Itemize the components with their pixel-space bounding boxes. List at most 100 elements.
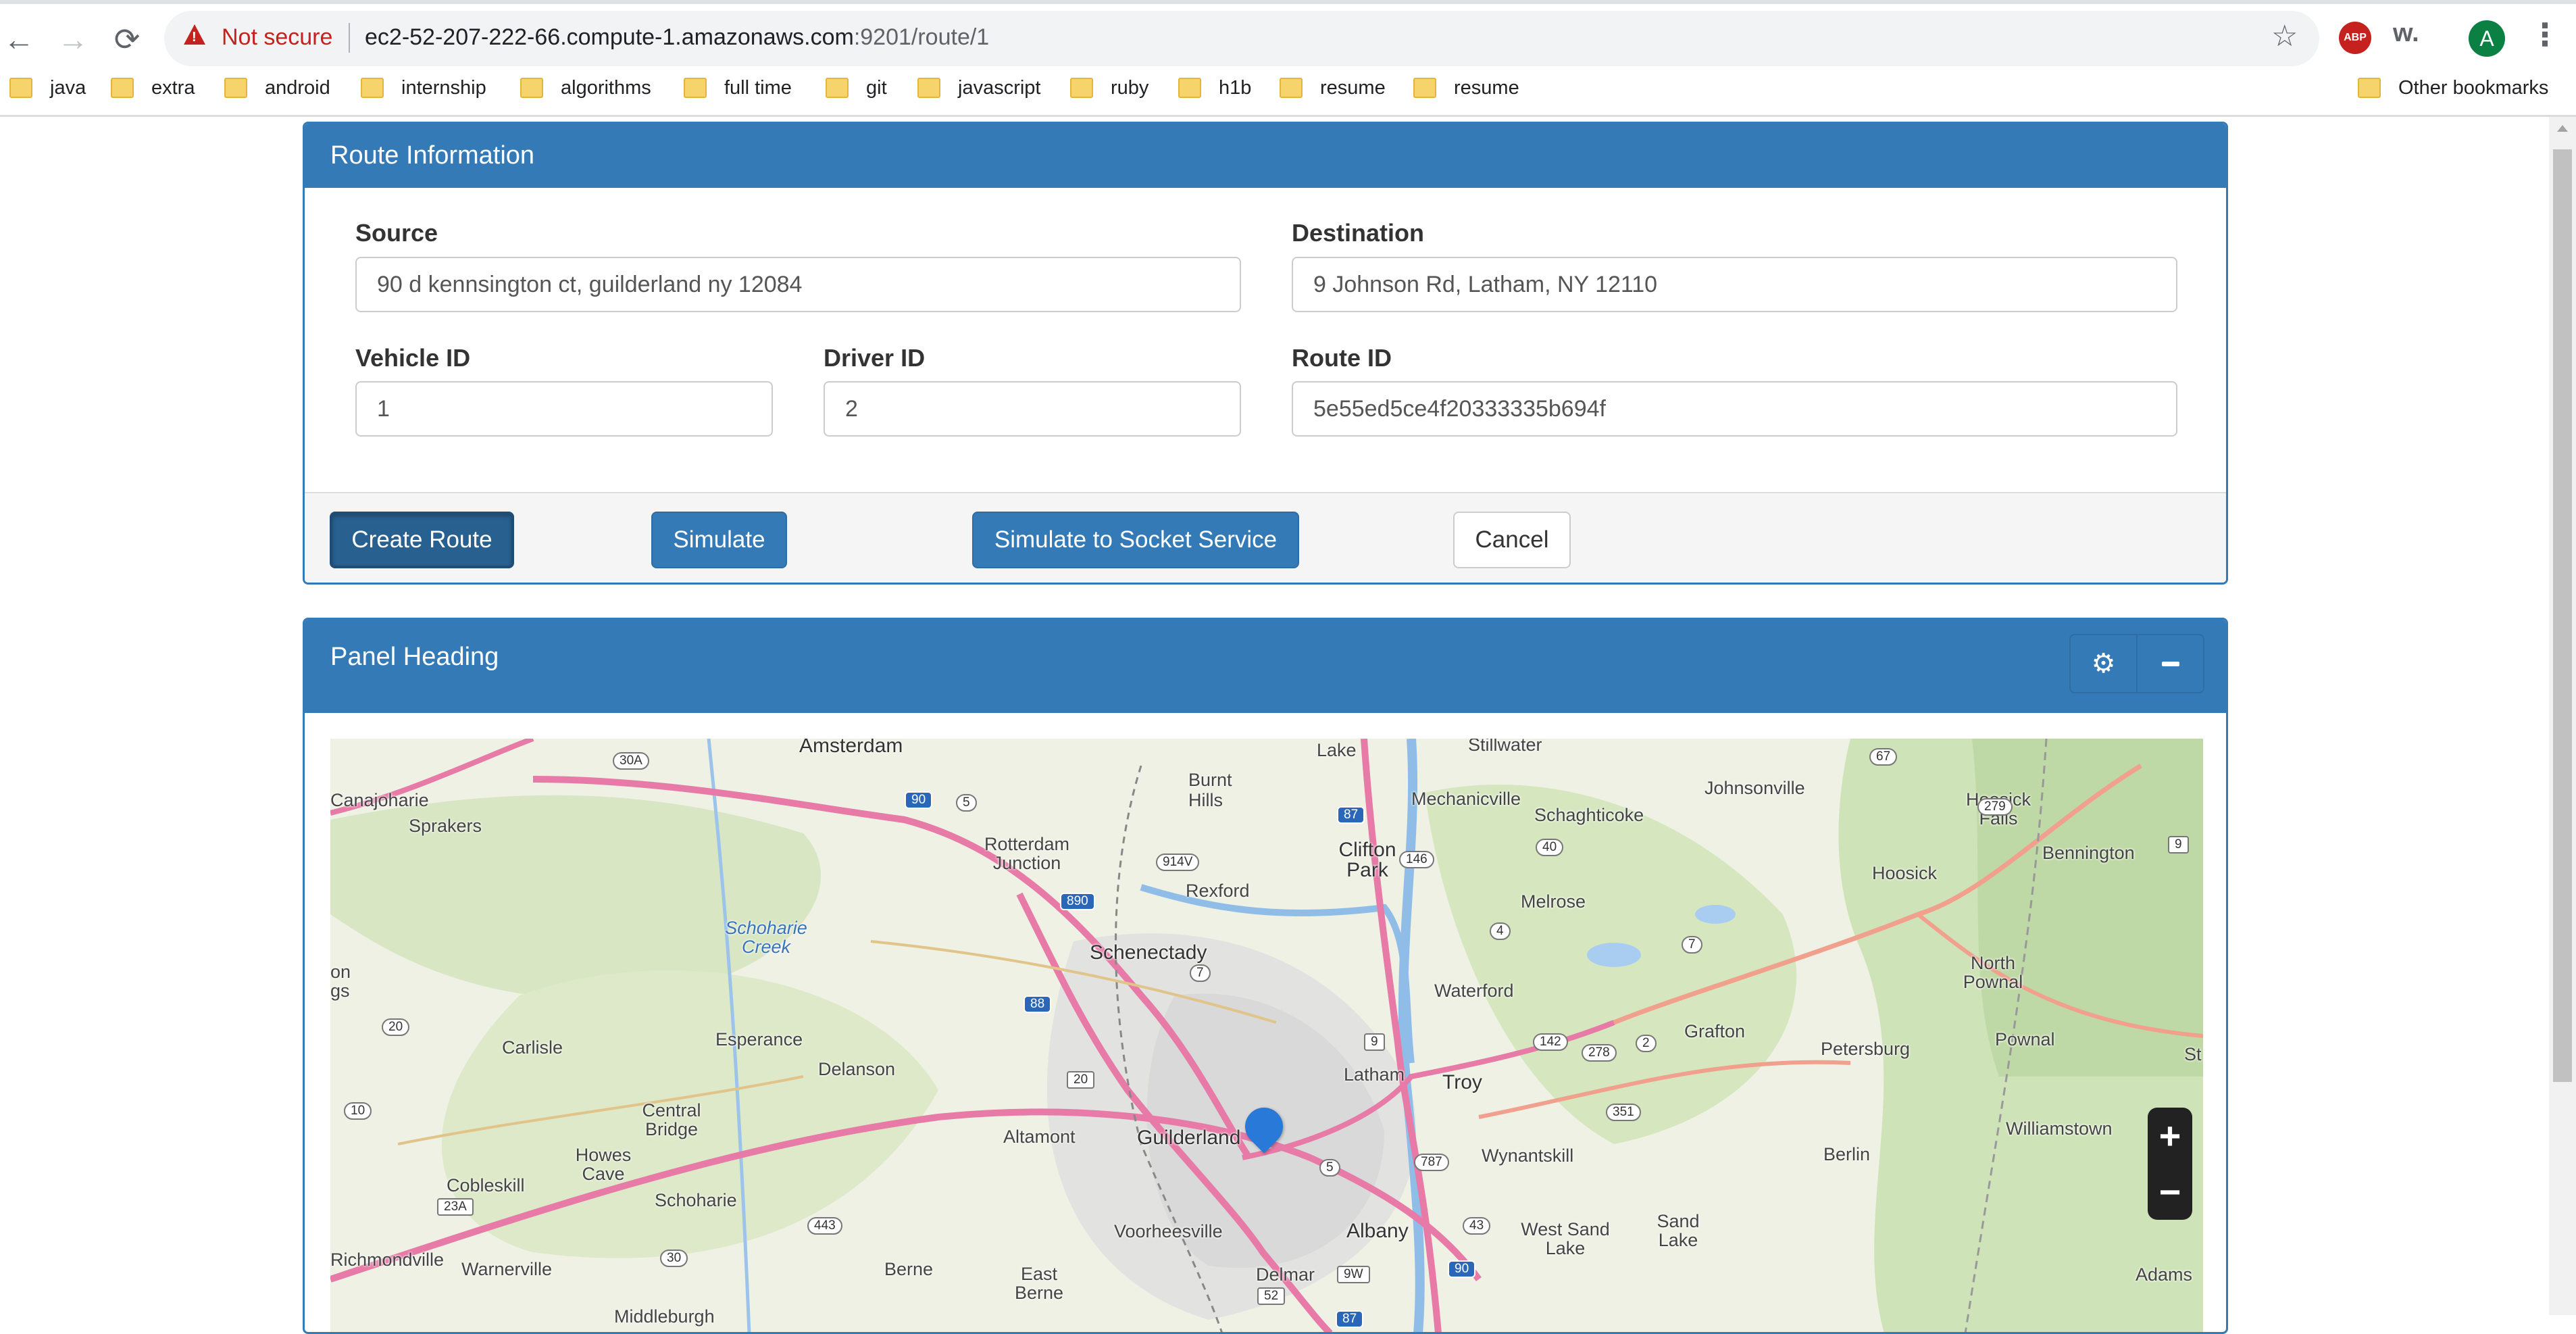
map-label: Rexford	[1186, 881, 1250, 901]
folder-icon	[1413, 78, 1436, 98]
url-text[interactable]: ec2-52-207-222-66.compute-1.amazonaws.co…	[365, 24, 989, 51]
map-label: Delanson	[818, 1059, 896, 1079]
map-label: on	[330, 962, 351, 982]
route-id-label: Route ID	[1292, 344, 1392, 372]
bookmark-star-icon[interactable]: ☆	[2271, 19, 2298, 53]
browser-chrome: ← → ⟳ ! Not secure ec2-52-207-222-66.com…	[0, 0, 2576, 117]
route-information-panel: Route Information Source Destination Veh…	[303, 122, 2228, 585]
bookmark-android[interactable]: android	[224, 74, 330, 101]
create-route-button[interactable]: Create Route	[330, 512, 514, 568]
destination-label: Destination	[1292, 219, 1425, 247]
folder-icon	[1280, 78, 1303, 98]
map-label: Central Bridge	[642, 1100, 701, 1139]
zoom-control: + −	[2148, 1108, 2192, 1220]
bookmark-ruby[interactable]: ruby	[1070, 74, 1148, 101]
map-label: Bennington	[2042, 843, 2135, 863]
bookmark-resume[interactable]: resume	[1280, 74, 1386, 101]
minimize-icon[interactable]	[2136, 635, 2203, 692]
route-shield: 9	[1364, 1033, 1385, 1051]
map-label: Esperance	[715, 1029, 803, 1049]
route-shield: 914V	[1156, 854, 1200, 871]
page-scrollbar[interactable]	[2549, 117, 2576, 1315]
source-input[interactable]	[355, 257, 1241, 312]
folder-icon	[111, 78, 134, 98]
bookmark-full-time[interactable]: full time	[684, 74, 792, 101]
forward-arrow-icon[interactable]: →	[54, 20, 92, 58]
scrollbar-thumb[interactable]	[2553, 149, 2572, 1082]
map-label: East Berne	[1014, 1264, 1064, 1303]
route-shield: 443	[807, 1217, 842, 1235]
map-label: Voorheesville	[1114, 1221, 1223, 1241]
map-label: Melrose	[1521, 891, 1586, 912]
folder-icon	[520, 78, 543, 98]
map-panel-heading: Panel Heading ⚙	[305, 620, 2226, 713]
profile-avatar[interactable]: A	[2469, 20, 2505, 57]
map-label: Guilderland	[1137, 1127, 1241, 1149]
map-label: Schenectady	[1090, 941, 1207, 964]
bookmark-h1b[interactable]: h1b	[1178, 74, 1251, 101]
map-label: Sand Lake	[1657, 1211, 1700, 1250]
route-shield: 7	[1682, 936, 1702, 954]
simulate-button[interactable]: Simulate	[651, 512, 787, 568]
bookmark-extra[interactable]: extra	[111, 74, 195, 101]
map-label: gs	[330, 981, 350, 1001]
route-shield: 5	[1319, 1159, 1340, 1177]
bookmark-java[interactable]: java	[9, 74, 86, 101]
bookmark-algorithms[interactable]: algorithms	[520, 74, 651, 101]
map-label: West Sand Lake	[1521, 1219, 1610, 1258]
bookmark-resume-2[interactable]: resume	[1413, 74, 1519, 101]
map-tiles	[330, 739, 2203, 1332]
w-extension-icon[interactable]: w.	[2393, 19, 2419, 48]
map-label: Waterford	[1434, 981, 1514, 1001]
map-label: Lake	[1317, 740, 1357, 760]
bookmark-other[interactable]: Other bookmarks	[2358, 74, 2548, 101]
destination-input[interactable]	[1292, 257, 2177, 312]
route-shield: 787	[1414, 1154, 1449, 1171]
route-shield: 52	[1257, 1287, 1286, 1305]
route-panel-footer: Create Route Simulate Simulate to Socket…	[305, 492, 2226, 583]
map-label: Carlisle	[502, 1037, 563, 1058]
menu-kebab-icon[interactable]: ⋮	[2529, 16, 2560, 53]
zoom-in-button[interactable]: +	[2148, 1108, 2192, 1164]
route-shield: 9	[2168, 836, 2189, 854]
route-map[interactable]: Amsterdam Stillwater Lake Canajoharie Sp…	[330, 739, 2203, 1332]
map-label: Latham	[1344, 1064, 1405, 1085]
bookmark-git[interactable]: git	[826, 74, 887, 101]
map-label: Schoharie	[655, 1190, 737, 1210]
map-label: Grafton	[1684, 1021, 1746, 1041]
map-label: North Pownal	[1963, 953, 2023, 992]
folder-icon	[9, 78, 32, 98]
map-label: Sprakers	[409, 816, 482, 836]
route-shield: 890	[1060, 893, 1095, 910]
back-arrow-icon[interactable]: ←	[0, 20, 38, 58]
map-label: Altamont	[1003, 1127, 1076, 1147]
map-label: Schoharie Creek	[725, 918, 807, 957]
simulate-socket-button[interactable]: Simulate to Socket Service	[972, 512, 1299, 568]
route-shield: 90	[1448, 1260, 1476, 1278]
map-label: Wynantskill	[1482, 1145, 1574, 1166]
map-label: Petersburg	[1821, 1039, 1911, 1059]
route-shield: 23A	[437, 1198, 474, 1216]
source-label: Source	[355, 219, 438, 247]
security-status[interactable]: Not secure	[222, 24, 332, 51]
folder-icon	[684, 78, 707, 98]
map-label: Delmar	[1256, 1264, 1315, 1285]
toolbar: ← → ⟳ ! Not secure ec2-52-207-222-66.com…	[0, 4, 2576, 70]
map-label: Rotterdam Junction	[984, 834, 1070, 873]
bookmark-javascript[interactable]: javascript	[917, 74, 1041, 101]
gear-icon[interactable]: ⚙	[2071, 635, 2136, 692]
reload-icon[interactable]: ⟳	[108, 20, 146, 58]
route-shield: 142	[1533, 1033, 1568, 1051]
map-label: Hoosick	[1872, 863, 1938, 883]
bookmark-internship[interactable]: internship	[361, 74, 486, 101]
map-label: Mechanicville	[1411, 789, 1521, 809]
map-label: Cobleskill	[447, 1175, 525, 1195]
driver-id-input[interactable]	[824, 381, 1241, 437]
vehicle-id-input[interactable]	[355, 381, 773, 437]
scroll-up-arrow-icon[interactable]	[2557, 125, 2568, 132]
zoom-out-button[interactable]: −	[2148, 1164, 2192, 1220]
map-label: Canajoharie	[330, 790, 429, 810]
cancel-button[interactable]: Cancel	[1453, 512, 1571, 568]
adblock-extension-icon[interactable]: ABP	[2339, 22, 2371, 54]
route-id-input[interactable]	[1292, 381, 2177, 437]
